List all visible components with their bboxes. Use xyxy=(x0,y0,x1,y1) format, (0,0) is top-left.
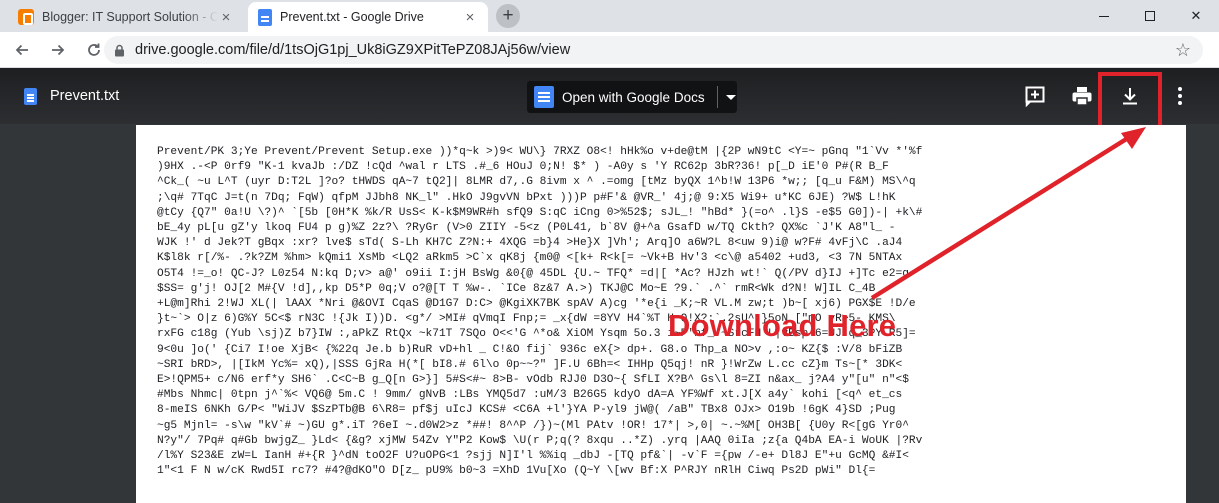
drive-file-favicon-icon xyxy=(258,8,272,26)
document-page: Prevent/PK 3;Ye Prevent/Prevent Setup.ex… xyxy=(136,125,1186,503)
document-line: O5T4 !=_o! QC-J? L0z54 N:kq D;v> a@' o9i… xyxy=(157,267,909,280)
address-bar[interactable]: drive.google.com/file/d/1tsOjG1pj_Uk8iGZ… xyxy=(104,36,1203,64)
minimize-button[interactable] xyxy=(1081,0,1127,32)
file-name: Prevent.txt xyxy=(50,88,120,104)
drive-viewer: Prevent.txt Open with Google Docs Preven… xyxy=(0,68,1219,503)
new-tab-button[interactable]: + xyxy=(496,4,520,28)
open-with-label: Open with Google Docs xyxy=(562,89,705,105)
tab-strip: Blogger: IT Support Solution - Cre × Pre… xyxy=(0,0,1219,32)
maximize-button[interactable] xyxy=(1127,0,1173,32)
arrow-right-icon xyxy=(52,44,65,55)
document-line: bE_4y pL[u gZ'y lkoq FU4 p g)%Z 2z?\ ?Ry… xyxy=(157,222,896,235)
tab-blogger[interactable]: Blogger: IT Support Solution - Cre × xyxy=(8,2,244,32)
document-line: #Mbs Nhmc| 0tpn j^`%< VQ6@ 5m.C ! 9mm/ g… xyxy=(157,389,903,402)
caret-down-icon[interactable] xyxy=(725,94,736,100)
tab-prevent-txt[interactable]: Prevent.txt - Google Drive × xyxy=(248,2,488,32)
tab-title: Blogger: IT Support Solution - Cre xyxy=(42,10,218,24)
window-controls: ✕ xyxy=(1081,0,1219,32)
document-line: ~g5 Mjnl= -s\w "kV`# ~)GU g*.iT ?6eI ~.d… xyxy=(157,419,909,432)
document-line: N?y"/ 7Pq# q#Gb bwjgZ_ }Ld< {&g? xjMW 54… xyxy=(157,434,923,447)
minimize-icon xyxy=(1099,15,1109,17)
arrow-left-icon xyxy=(15,44,28,55)
document-line: /l%Y S23&E zW=L IanH #+{R }^dN toO2F U?u… xyxy=(157,450,909,463)
window-close-button[interactable]: ✕ xyxy=(1173,0,1219,32)
blogger-favicon-icon xyxy=(18,9,34,25)
document-line: $SS= g'j! OJ[2 M#{V !d],,kp D5*P 0q;V o?… xyxy=(157,282,876,295)
lock-icon xyxy=(114,44,125,57)
browser-toolbar: drive.google.com/file/d/1tsOjG1pj_Uk8iGZ… xyxy=(0,32,1219,68)
document-line: )9HX .-<P 0rf9 "K-1 kvaJb :/DZ !cQd ^wal… xyxy=(157,161,889,174)
document-line: WJK !' d Jek?T gBqx :xr? lve$ sTd( S-Lh … xyxy=(157,237,903,250)
document-line: E>!QPM5+ c/N6 erf*y SH6` .C<C~B g_Q[n G>… xyxy=(157,374,909,387)
reload-icon xyxy=(88,43,100,56)
document-line: 8-meIS 6NKh G/P< "WiJV $SzPTb@B 6\R8= pf… xyxy=(157,404,896,417)
maximize-icon xyxy=(1145,11,1155,21)
document-line: 1"<1 F N w/cK Rwd5I rc7? #4?@dKO"O D[z_ … xyxy=(157,465,876,478)
google-docs-icon xyxy=(534,86,554,108)
document-line: ^Ck_( ~u L^T (uyr D:T2L ]?o? tHWDS qA~7 … xyxy=(157,176,916,189)
bookmark-star-icon[interactable]: ☆ xyxy=(1175,40,1191,61)
tab-close-icon[interactable]: × xyxy=(462,9,478,26)
download-here-annotation: Download Here xyxy=(668,308,897,343)
add-comment-icon xyxy=(1025,86,1045,107)
download-highlight-box xyxy=(1098,72,1162,132)
document-line: Prevent/PK 3;Ye Prevent/Prevent Setup.ex… xyxy=(157,146,923,158)
tab-title: Prevent.txt - Google Drive xyxy=(280,10,424,24)
document-text: Prevent/PK 3;Ye Prevent/Prevent Setup.ex… xyxy=(136,125,1186,479)
document-line: ;\q# 7TqC J=t(n 7Dq; FqW) qfpM JJbh8 NK_… xyxy=(157,191,896,204)
tab-close-icon[interactable]: × xyxy=(218,9,234,26)
more-options-button[interactable] xyxy=(1168,84,1192,108)
url-text: drive.google.com/file/d/1tsOjG1pj_Uk8iGZ… xyxy=(135,42,571,58)
document-line: K$l8k r[/%- .?k?ZM %hm> kQmi1 XsMb <LQ2 … xyxy=(157,252,903,265)
print-icon xyxy=(1072,87,1092,106)
document-line: ~SRI bRD>, |[IkM Yc%= xQ),|SSS GjRa H(*[… xyxy=(157,358,903,371)
open-with-divider xyxy=(716,86,718,108)
document-line: 9<0u ]o(' {Ci7 I!oe XjB< {%22q Je.b b)Ru… xyxy=(157,343,903,356)
text-file-icon xyxy=(24,88,37,105)
document-line: @tCy {Q7" 0a!U \?)^ `[5b [0H*K %k/R UsS<… xyxy=(157,206,923,219)
add-comment-button[interactable] xyxy=(1023,84,1047,108)
viewer-header: Prevent.txt Open with Google Docs xyxy=(0,68,1219,132)
print-button[interactable] xyxy=(1070,84,1094,108)
back-button[interactable] xyxy=(8,36,36,64)
open-with-button[interactable]: Open with Google Docs xyxy=(527,81,737,113)
forward-button[interactable] xyxy=(44,36,72,64)
more-vert-icon xyxy=(1178,87,1182,105)
